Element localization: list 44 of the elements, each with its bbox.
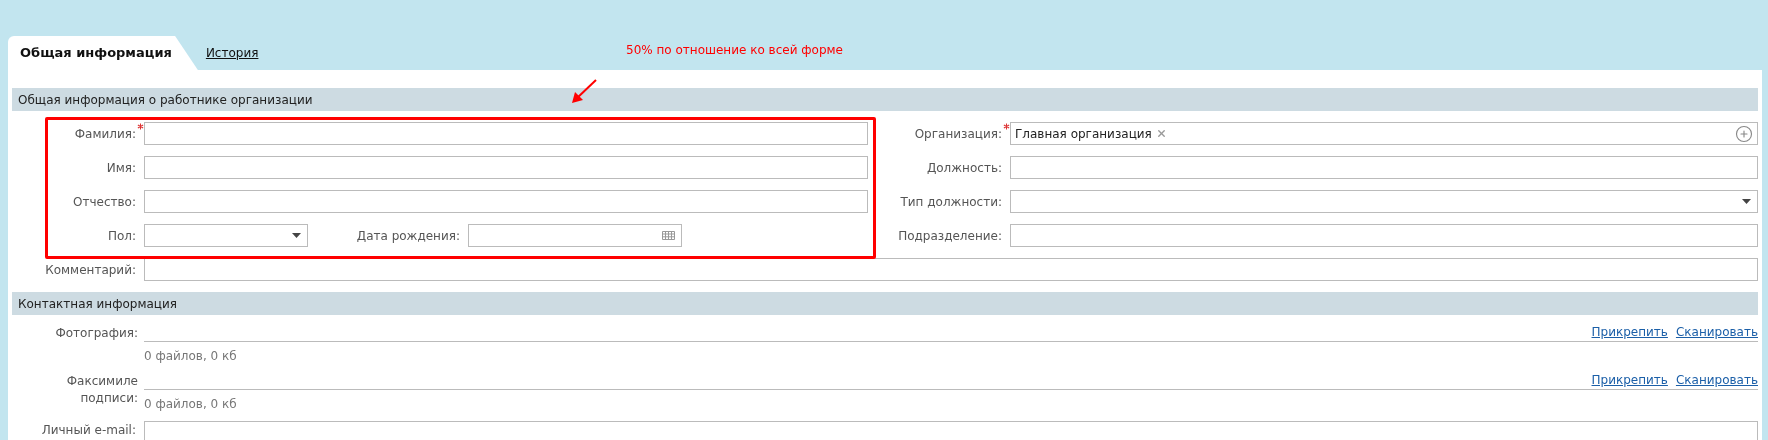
caret-icon (1742, 199, 1751, 204)
tab[interactable]: История (197, 36, 267, 70)
link[interactable]: Прикрепить (1591, 325, 1668, 339)
text-field[interactable] (144, 421, 1758, 440)
caret-icon (292, 233, 301, 238)
field-label: Имя: (106, 159, 137, 177)
field-label: Личный e-mail: (41, 422, 137, 439)
annotation-text: 50% по отношение ко всей форме (626, 42, 843, 59)
field-label: Фамилия: (74, 124, 144, 143)
dropdown-field[interactable] (144, 224, 308, 247)
tab[interactable]: Общая информация (8, 36, 198, 70)
field-label: Комментарий: (45, 261, 137, 279)
field-label: Факсимиле подписи: (65, 373, 138, 407)
remove-icon[interactable] (1155, 128, 1167, 139)
dropdown-field[interactable] (1010, 190, 1758, 213)
field-label: Фотография: (54, 325, 138, 342)
text-field[interactable] (1010, 224, 1758, 247)
text-field[interactable] (144, 156, 868, 179)
arrow-icon (570, 78, 598, 105)
file-info: 0 файлов, 0 кб (144, 396, 237, 413)
tag-field[interactable]: Главная организация (1010, 122, 1758, 145)
field-label: Тип должности: (900, 193, 1003, 211)
section-header: Контактная информация (12, 292, 1758, 315)
field-label: Подразделение: (898, 227, 1003, 245)
field-label: Должность: (926, 159, 1003, 177)
text-field[interactable] (1010, 156, 1758, 179)
required-icon (1003, 122, 1010, 130)
tag-text: Главная организация (1015, 125, 1152, 143)
text-field[interactable] (144, 122, 868, 145)
field-label: Отчество: (73, 193, 137, 211)
text-field[interactable] (144, 258, 1758, 281)
link[interactable]: Сканировать (1675, 325, 1758, 339)
text-field[interactable] (144, 190, 868, 213)
file-info: 0 файлов, 0 кб (144, 348, 237, 365)
link[interactable]: Прикрепить (1591, 373, 1668, 387)
field-label: Пол: (107, 227, 137, 245)
link[interactable]: Сканировать (1675, 373, 1758, 387)
section-header: Общая информация о работнике организации (12, 88, 1758, 111)
field-label: Организация: (914, 124, 1010, 143)
date-field[interactable] (468, 224, 682, 247)
calendar-icon (662, 231, 675, 240)
required-icon (137, 122, 144, 130)
add-icon[interactable] (1735, 124, 1753, 143)
field-label: Дата рождения: (356, 227, 461, 245)
